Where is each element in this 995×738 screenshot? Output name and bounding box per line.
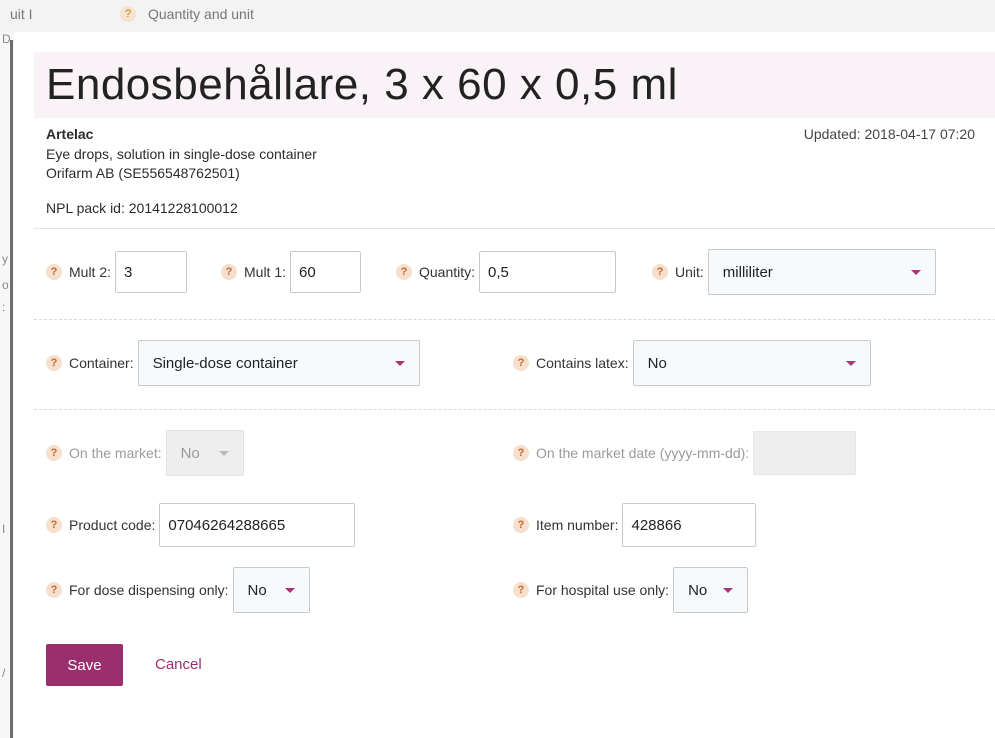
hospital-use-label: For hospital use only: [536,582,670,598]
help-icon[interactable]: ? [652,264,668,280]
help-icon[interactable]: ? [46,264,62,280]
mult1-label: Mult 1: [244,264,287,280]
on-market-date-field: ? On the market date (yyyy-mm-dd): [513,431,857,475]
on-market-select-value: No [180,444,200,462]
product-code-label: Product code: [69,517,156,533]
on-market-date-label: On the market date (yyyy-mm-dd): [536,445,750,461]
help-icon[interactable]: ? [513,582,529,598]
pharmaceutical-form: Eye drops, solution in single-dose conta… [46,146,317,162]
divider [34,409,995,410]
on-market-field: ? On the market: No [46,430,244,476]
item-number-input[interactable]: 428866 [622,503,757,547]
quantity-label: Quantity: [419,264,476,280]
item-number-field: ? Item number: 428866 [513,503,757,547]
help-icon[interactable]: ? [46,355,62,371]
contains-latex-select-value: No [647,354,667,372]
quantity-field: ? Quantity: 0,5 [396,251,617,293]
mult2-label: Mult 2: [69,264,112,280]
divider [34,228,995,229]
chevron-down-icon [284,587,295,593]
on-market-date-input [753,431,857,475]
help-icon[interactable]: ? [513,517,529,533]
container-select-value: Single-dose container [152,354,298,372]
help-icon[interactable]: ? [46,445,62,461]
updated-timestamp: Updated: 2018-04-17 07:20 [803,126,975,142]
hospital-use-select[interactable]: No [673,567,749,613]
contains-latex-select[interactable]: No [632,340,871,386]
help-icon[interactable]: ? [513,355,529,371]
background-help-icon: ? [120,6,136,22]
container-field: ? Container: Single-dose container [46,340,420,386]
background-scroll-edge [10,40,13,738]
mult1-field: ? Mult 1: 60 [221,251,362,293]
unit-select-value: milliliter [722,263,773,281]
product-code-field: ? Product code: 07046264288665 [46,503,356,547]
container-label: Container: [69,355,134,371]
unit-label: Unit: [675,264,704,280]
help-icon[interactable]: ? [513,445,529,461]
help-icon[interactable]: ? [396,264,412,280]
background-mark: / [2,666,6,680]
chevron-down-icon [910,269,921,275]
mult2-field: ? Mult 2: 3 [46,251,188,293]
divider [34,319,995,320]
dose-dispensing-label: For dose dispensing only: [69,582,229,598]
background-mark: o [2,278,9,292]
mult1-input[interactable]: 60 [290,251,362,293]
mult2-input[interactable]: 3 [115,251,188,293]
on-market-label: On the market: [69,445,162,461]
unit-field: ? Unit: milliliter [652,249,936,295]
dose-dispensing-field: ? For dose dispensing only: No [46,567,310,613]
npl-pack-id: NPL pack id: 20141228100012 [46,200,238,216]
chevron-down-icon [845,360,856,366]
on-market-select: No [165,430,244,476]
help-icon[interactable]: ? [221,264,237,280]
brand-name: Artelac [46,126,94,142]
hospital-use-field: ? For hospital use only: No [513,567,749,613]
title-bar: Endosbehållare, 3 x 60 x 0,5 ml [34,52,995,118]
contains-latex-label: Contains latex: [536,355,629,371]
cancel-link[interactable]: Cancel [155,656,202,673]
background-mark: : [2,300,6,314]
background-section-label: Quantity and unit [148,6,254,22]
chevron-down-icon [218,450,229,456]
page-title: Endosbehållare, 3 x 60 x 0,5 ml [46,60,678,109]
save-button[interactable]: Save [46,644,123,686]
container-select[interactable]: Single-dose container [137,340,420,386]
background-text: uit I [10,6,33,22]
help-icon[interactable]: ? [46,517,62,533]
dose-dispensing-select[interactable]: No [232,567,310,613]
chevron-down-icon [723,587,734,593]
chevron-down-icon [394,360,405,366]
background-mark: y [2,252,8,266]
hospital-use-select-value: No [688,581,708,599]
dose-dispensing-select-value: No [247,581,267,599]
background-mark: D [2,32,11,46]
edit-package-modal: Endosbehållare, 3 x 60 x 0,5 ml Artelac … [16,32,995,738]
product-code-input[interactable]: 07046264288665 [159,503,356,547]
help-icon[interactable]: ? [46,582,62,598]
item-number-label: Item number: [536,517,619,533]
contains-latex-field: ? Contains latex: No [513,340,871,386]
background-mark: I [2,522,6,536]
company-name: Orifarm AB (SE556548762501) [46,165,240,181]
unit-select[interactable]: milliliter [707,249,936,295]
quantity-input[interactable]: 0,5 [479,251,617,293]
